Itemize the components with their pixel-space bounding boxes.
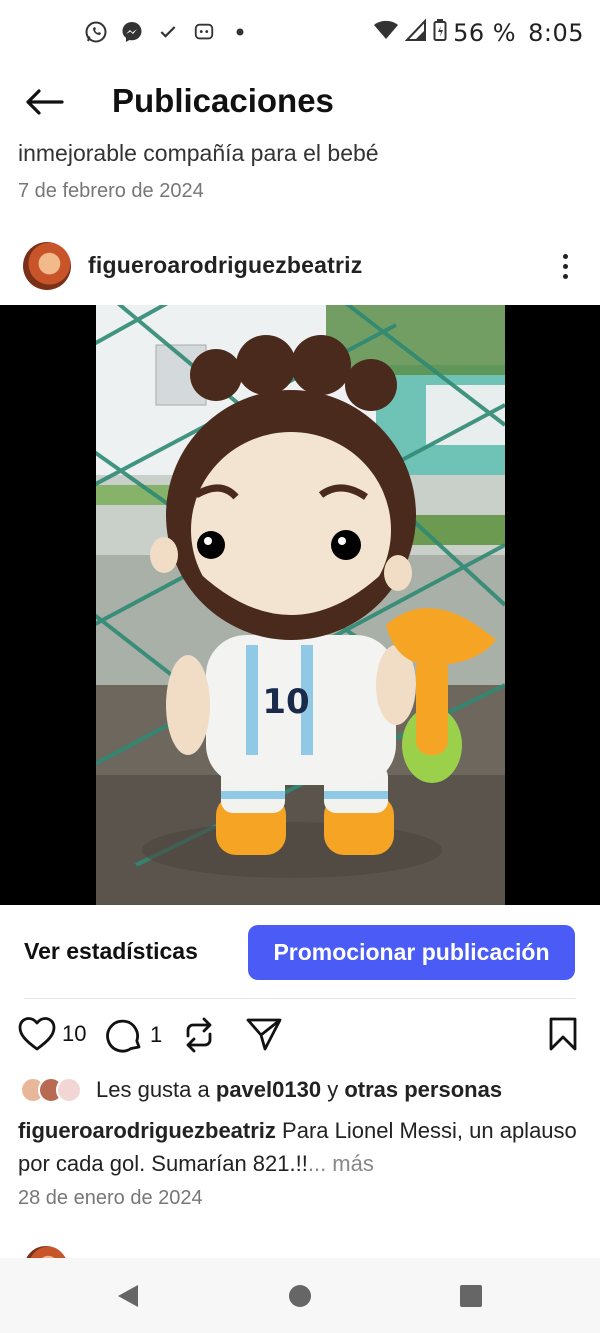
likes-summary[interactable]: Les gusta a pavel0130 y otras personas [20,1074,502,1106]
messenger-icon [120,20,144,44]
chat-bubble-icon [192,20,216,44]
nav-home-icon[interactable] [287,1283,313,1309]
status-bar: 56 % 8:05 [0,0,600,64]
repost-button[interactable] [182,1016,216,1054]
check-icon [156,20,180,44]
wifi-icon [373,18,399,47]
back-arrow-icon [26,89,64,115]
signal-icon [404,18,427,47]
system-status: 56 % 8:05 [373,18,584,47]
dot-icon [228,20,252,44]
nav-back-icon[interactable] [115,1283,141,1309]
post-image[interactable]: 10 [0,305,600,905]
comment-icon [106,1019,141,1053]
post-header: figueroarodriguezbeatriz [0,238,600,294]
like-action[interactable]: 10 [18,1016,86,1052]
clock: 8:05 [528,18,584,47]
post-actions: 10 1 [0,1012,600,1060]
back-button[interactable] [22,84,66,120]
post-caption: figueroarodriguezbeatriz Para Lionel Mes… [18,1114,583,1180]
like-count: 10 [62,1021,87,1046]
promote-post-button[interactable]: Promocionar publicación [248,925,575,980]
nav-recents-icon[interactable] [458,1283,484,1309]
battery-icon [433,18,447,47]
avatar [56,1077,82,1103]
caption-username[interactable]: figueroarodriguezbeatriz [18,1118,276,1143]
previous-post-caption: inmejorable compañía para el bebé [18,140,379,166]
post-username[interactable]: figueroarodriguezbeatriz [88,252,362,279]
jersey-number: 10 [262,682,309,722]
caption-more-link[interactable]: ... más [308,1151,374,1176]
previous-post-date: 7 de febrero de 2024 [18,180,204,202]
send-icon [246,1018,282,1051]
more-options-icon[interactable] [550,246,580,286]
battery-level: 56 % [453,18,517,47]
view-stats-button[interactable]: Ver estadísticas [24,938,198,965]
liker-username: pavel0130 [215,1077,322,1102]
divider [24,998,576,999]
comment-count: 1 [150,1022,163,1047]
whatsapp-icon [84,20,108,44]
page-title: Publicaciones [112,82,334,119]
amigurumi-photo: 10 [96,305,505,905]
notification-icons [84,20,252,44]
bookmark-icon [549,1017,577,1051]
repost-icon [186,1017,212,1053]
post-date: 28 de enero de 2024 [18,1187,203,1209]
avatar[interactable] [23,242,71,290]
likes-text: Les gusta a pavel0130 y otras personas [96,1077,503,1102]
save-button[interactable] [548,1016,578,1052]
share-button[interactable] [246,1016,282,1052]
comment-action[interactable]: 1 [106,1016,162,1054]
system-nav-bar [0,1258,600,1333]
heart-icon [18,1017,56,1051]
app-header: Publicaciones [0,72,600,132]
